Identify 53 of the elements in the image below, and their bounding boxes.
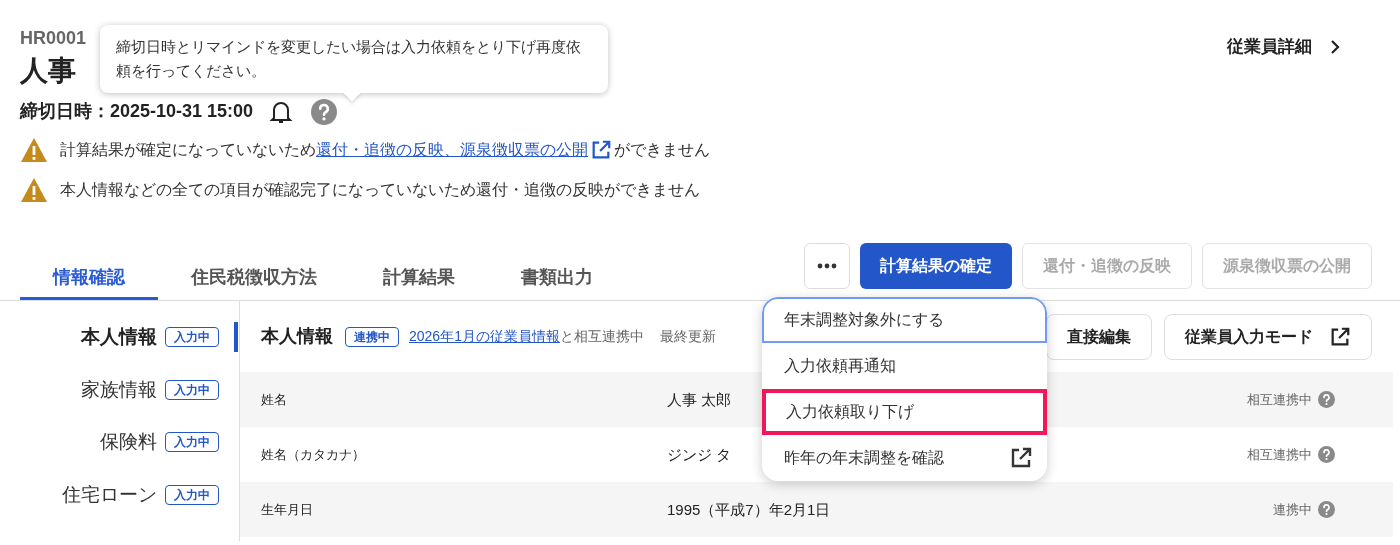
row-value: 1995（平成7）年2月1日 [667,500,831,518]
warning-icon [20,177,48,203]
tab[interactable]: 書類出力 [488,257,626,300]
employee-code: HR0001 [20,27,87,50]
active-indicator [234,322,238,353]
status-badge: 入力中 [165,484,219,505]
status-badge: 連携中 [345,326,399,347]
row-value: 人事 太郎 [667,390,732,408]
sidebar-item[interactable]: 保険料 [100,428,157,457]
sidebar-item[interactable]: 本人情報 [81,323,157,352]
status-badge: 入力中 [165,432,219,453]
row-label: 生年月日 [260,500,314,519]
section-title: 本人情報 [261,325,333,348]
status-badge: 入力中 [165,327,219,348]
chevron-right-icon [1328,39,1342,54]
row-value: ジンジ タ [667,445,732,463]
deadline-text: 締切日時：2025-10-31 15:00 [20,100,254,123]
help-icon[interactable] [1318,391,1335,408]
tab[interactable]: 計算結果 [350,257,488,300]
more-icon [817,263,837,269]
help-icon[interactable] [311,98,338,125]
tab[interactable]: 情報確認 [20,257,158,300]
menu-item[interactable]: 昨年の年末調整を確認 [762,435,1047,481]
section-button[interactable]: 従業員入力モード [1164,313,1372,360]
menu-item[interactable]: 入力依頼取り下げ [762,389,1047,435]
sync-status: 相互連携中 [1247,390,1312,409]
employee-info-link[interactable]: 2026年1月の従業員情報 [409,328,560,344]
help-icon[interactable] [1318,446,1335,463]
link-status-text: 2026年1月の従業員情報 と相互連携中 [409,327,644,346]
menu-item[interactable]: 入力依頼再通知 [762,343,1047,389]
last-updated-label: 最終更新 [659,327,716,346]
status-badge: 入力中 [165,379,219,400]
row-label: 姓名 [260,390,288,409]
external-link-icon [1329,325,1351,348]
external-link-icon [1009,446,1033,470]
warning-link[interactable]: 還付・追徴の反映、源泉徴収票の公開 [316,138,588,162]
menu-item[interactable]: 年末調整対象外にする [762,297,1047,343]
warning-message: 本人情報などの全ての項目が確認完了になっていないため還付・追徴の反映ができません [60,180,700,200]
sidebar-item[interactable]: 家族情報 [81,375,157,404]
action-button[interactable]: 計算結果の確定 [860,243,1012,289]
row-label: 姓名（カタカナ） [260,445,366,464]
help-icon[interactable] [1318,501,1335,518]
sync-status: 連携中 [1273,500,1312,519]
tab[interactable]: 住民税徴収方法 [158,257,350,300]
sync-status: 相互連携中 [1247,445,1312,464]
warning-icon [20,137,48,163]
more-button[interactable] [804,243,850,289]
employee-name: 人事 [20,54,76,88]
warning-message: 計算結果が確定になっていないため還付・追徴の反映、源泉徴収票の公開 ができません [60,138,710,162]
section-button[interactable]: 直接編集 [1046,313,1152,360]
employee-detail-link[interactable]: 従業員詳細 [1227,34,1342,60]
external-link-icon [590,139,612,161]
sidebar-item[interactable]: 住宅ローン [62,480,157,509]
